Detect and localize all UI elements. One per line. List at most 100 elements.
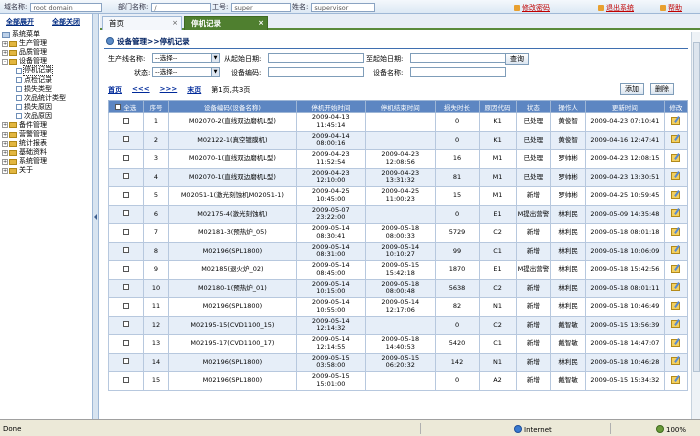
edit-icon[interactable] — [671, 227, 681, 236]
cell-updated: 2009-05-18 08:01:18 — [585, 223, 665, 243]
edit-icon[interactable] — [671, 153, 681, 162]
collapse-all-link[interactable]: 全部关闭 — [52, 17, 80, 27]
menu-item[interactable]: 次品原因 — [2, 112, 92, 121]
table-row: 6 M02175-4(激光刻蚀机) 2009-05-07 23:22:00 0 E1 M提… — [108, 204, 689, 224]
row-checkbox[interactable] — [122, 117, 129, 124]
expand-icon[interactable]: + — [2, 149, 8, 156]
row-checkbox[interactable] — [122, 173, 129, 179]
row-checkbox[interactable] — [122, 302, 129, 309]
menu-item[interactable]: 损失类型 — [2, 85, 92, 94]
row-checkbox[interactable] — [122, 191, 129, 198]
cell-updated: 2009-05-18 10:46:49 — [585, 297, 665, 317]
change-password-link[interactable]: 修改密码 — [514, 3, 550, 13]
menu-item[interactable]: + 统计报表 — [2, 139, 92, 148]
tab-downtime-record[interactable]: 停机记录 × — [184, 16, 268, 30]
menu-item[interactable]: - 设备管理 — [2, 57, 92, 66]
collapse-arrow-icon[interactable] — [94, 214, 97, 220]
first-page-link[interactable]: 首页 — [108, 85, 122, 94]
line-name-select[interactable]: --选择-- ▼ — [152, 53, 220, 63]
menu-item[interactable]: 停机记录 — [2, 65, 92, 77]
edit-icon[interactable] — [671, 264, 681, 273]
edit-icon[interactable] — [671, 209, 681, 217]
table-row: 4 M02070-1(直线双边磨机L型) 2009-04-23 12:10:00 20… — [108, 167, 689, 187]
row-checkbox[interactable] — [122, 265, 129, 272]
menu-item-label: 基础资料 — [19, 148, 47, 157]
row-checkbox[interactable] — [122, 210, 129, 216]
edit-icon[interactable] — [671, 357, 681, 365]
cell-start: 2009-05-15 15:01:00 — [295, 371, 367, 391]
row-checkbox[interactable] — [122, 228, 129, 235]
equipment-code-input[interactable] — [268, 67, 364, 77]
cell-code: K1 — [478, 130, 517, 150]
cell-status: M提出营警 — [515, 260, 552, 280]
expand-icon[interactable]: + — [2, 40, 8, 47]
prev-page-link[interactable]: <<< — [132, 85, 150, 94]
edit-icon[interactable] — [671, 375, 681, 384]
status-select[interactable]: --选择-- ▼ — [152, 67, 220, 77]
cell-op: 林利民 — [550, 278, 587, 298]
table-row: 2 M02122-1(真空镀膜机) 2009-04-14 08:00:16 0 K1 已处… — [108, 130, 689, 150]
select-all-checkbox[interactable] — [115, 103, 122, 110]
folder-icon — [9, 158, 17, 165]
help-link[interactable]: 帮助 — [660, 3, 682, 13]
expand-icon[interactable]: + — [2, 167, 8, 174]
query-button[interactable]: 查询 — [505, 53, 529, 65]
row-checkbox[interactable] — [122, 376, 129, 383]
collapse-icon[interactable]: - — [2, 58, 8, 65]
expand-all-link[interactable]: 全部展开 — [6, 17, 34, 27]
edit-icon[interactable] — [671, 246, 681, 254]
edit-icon[interactable] — [671, 135, 681, 143]
zoom-indicator[interactable]: 100% — [656, 425, 686, 434]
vertical-scrollbar[interactable] — [691, 32, 700, 419]
status-text: Done — [3, 425, 22, 433]
tab-home[interactable]: 首页 × — [102, 16, 182, 30]
row-checkbox[interactable] — [122, 339, 129, 346]
column-header[interactable]: 全选 — [108, 100, 144, 113]
cell-end: 2009-05-15 06:20:32 — [365, 352, 436, 372]
menu-item[interactable]: + 关于 — [2, 166, 92, 175]
menu-item[interactable]: + 品质管理 — [2, 48, 92, 57]
menu-item[interactable]: + 营警管理 — [2, 130, 92, 139]
menu-item[interactable]: + 备件管理 — [2, 121, 92, 130]
add-button[interactable]: 添加 — [620, 83, 644, 95]
folder-icon — [9, 167, 17, 174]
edit-icon[interactable] — [671, 301, 681, 310]
expand-icon[interactable]: + — [2, 131, 8, 138]
next-page-link[interactable]: >>> — [160, 85, 178, 94]
row-checkbox[interactable] — [122, 247, 129, 253]
end-date-input[interactable] — [410, 53, 506, 63]
close-icon[interactable]: × — [258, 17, 264, 30]
expand-icon[interactable]: + — [2, 49, 8, 56]
edit-icon[interactable] — [671, 172, 681, 180]
cell-op: 罗帅彬 — [550, 167, 587, 187]
start-date-input[interactable] — [268, 53, 364, 63]
menu-item[interactable]: + 基础资料 — [2, 148, 92, 157]
row-checkbox[interactable] — [122, 321, 129, 327]
edit-icon[interactable] — [671, 283, 681, 291]
logout-link[interactable]: 退出系统 — [598, 3, 634, 13]
expand-icon[interactable]: + — [2, 122, 8, 129]
row-checkbox[interactable] — [122, 154, 129, 161]
equipment-name-input[interactable] — [410, 67, 506, 77]
close-icon[interactable]: × — [172, 17, 178, 30]
row-checkbox[interactable] — [122, 284, 129, 290]
menu-item[interactable]: 损失原因 — [2, 103, 92, 112]
menu-item[interactable]: + 生产管理 — [2, 39, 92, 48]
menu-splitter[interactable] — [93, 14, 99, 419]
last-page-link[interactable]: 末页 — [187, 85, 201, 94]
expand-icon[interactable]: + — [2, 140, 8, 147]
row-checkbox[interactable] — [122, 136, 129, 142]
menu-item[interactable]: 次品统计类型 — [2, 94, 92, 103]
cell-loss: 0 — [434, 130, 480, 150]
menu-item[interactable]: + 系统管理 — [2, 157, 92, 166]
edit-icon[interactable] — [671, 320, 681, 328]
edit-icon[interactable] — [671, 190, 681, 199]
page-info: 第1页,共3页 — [211, 86, 251, 94]
edit-icon[interactable] — [671, 116, 681, 125]
menu-item[interactable]: 点检记录 — [2, 75, 92, 84]
row-checkbox[interactable] — [122, 358, 129, 364]
delete-button[interactable]: 删除 — [650, 83, 674, 95]
edit-icon[interactable] — [671, 338, 681, 347]
scrollbar-thumb[interactable] — [693, 42, 700, 372]
expand-icon[interactable]: + — [2, 158, 8, 165]
